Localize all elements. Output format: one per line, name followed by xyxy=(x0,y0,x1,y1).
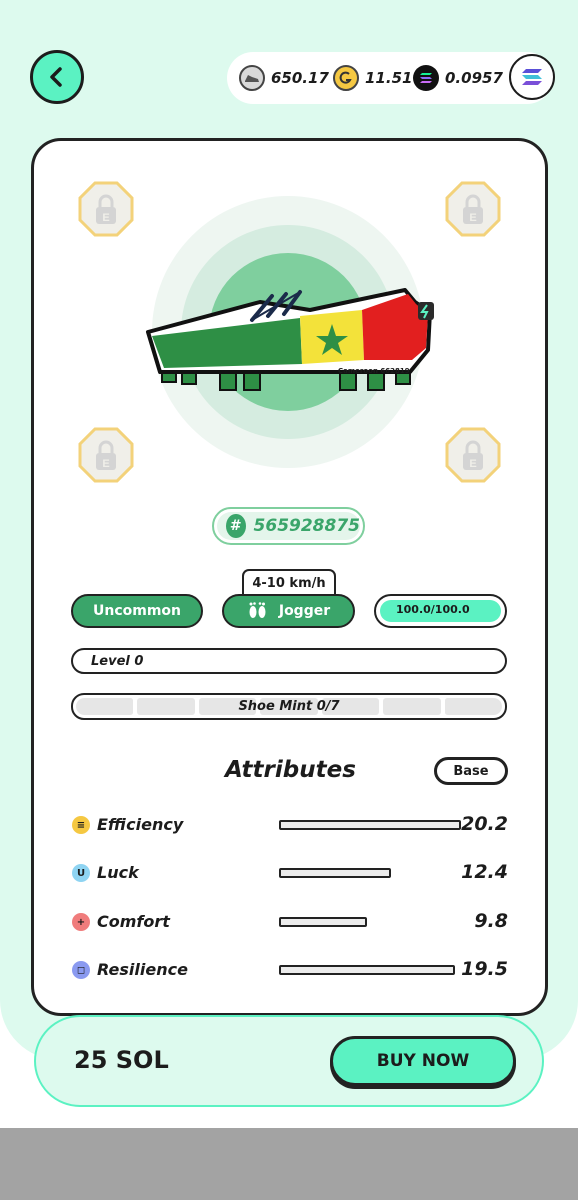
footprints-icon xyxy=(249,602,266,618)
level-bar[interactable]: Level 0 xyxy=(71,648,507,674)
attribute-bar xyxy=(279,868,391,878)
attribute-name: Resilience xyxy=(97,960,188,979)
attribute-row-comfort: + Comfort 9.8 xyxy=(72,910,508,934)
balance-sol[interactable]: 0.0957 xyxy=(413,64,503,92)
sol-balance: 0.0957 xyxy=(445,69,503,87)
speed-range-tag: 4-10 km/h xyxy=(242,569,336,595)
gem-slot-locked-icon[interactable]: E xyxy=(444,426,502,484)
attribute-bar xyxy=(279,917,367,927)
attribute-value: 20.2 xyxy=(461,813,508,835)
price-label: 25 SOL xyxy=(74,1046,169,1074)
gst-token-icon xyxy=(333,65,359,91)
svg-text:E: E xyxy=(102,212,109,224)
svg-text:E: E xyxy=(102,458,109,470)
solana-icon xyxy=(522,69,542,85)
resilience-icon: ◻ xyxy=(72,961,90,979)
sneaker-image xyxy=(146,288,434,391)
attribute-bar xyxy=(279,820,461,830)
gem-slot-locked-icon[interactable]: E xyxy=(77,180,135,238)
durability-text: 100.0/100.0 xyxy=(396,603,470,616)
gem-slot-locked-icon[interactable]: E xyxy=(444,180,502,238)
balance-gst-token[interactable]: 11.51 xyxy=(333,64,412,92)
shoe-token-balance: 650.17 xyxy=(271,69,329,87)
purchase-bar: 25 SOL BUY NOW xyxy=(34,1015,544,1107)
durability-bar: 100.0/100.0 xyxy=(374,594,507,628)
type-label: Jogger xyxy=(278,603,331,619)
sneaker-id-pill[interactable]: # 565928875 xyxy=(212,507,365,545)
shoe-token-icon xyxy=(239,65,265,91)
solana-icon xyxy=(413,65,439,91)
efficiency-icon: ≡ xyxy=(72,816,90,834)
attribute-row-efficiency: ≡ Efficiency 20.2 xyxy=(72,813,508,837)
chain-switch-button[interactable] xyxy=(509,54,555,100)
back-arrow-icon xyxy=(50,67,62,87)
base-toggle-button[interactable]: Base xyxy=(434,757,508,785)
wallet-balances: 650.17 11.51 0.0957 xyxy=(227,52,555,104)
gst-token-balance: 11.51 xyxy=(365,69,413,87)
sneaker-id: 565928875 xyxy=(253,516,360,536)
luck-icon: U xyxy=(72,864,90,882)
attribute-name: Efficiency xyxy=(97,815,184,834)
gem-slot-locked-icon[interactable]: E xyxy=(77,426,135,484)
sneaker-print-label: Cameroon 662819 xyxy=(338,367,410,375)
attribute-row-luck: U Luck 12.4 xyxy=(72,861,508,885)
hash-icon: # xyxy=(226,514,246,538)
svg-text:E: E xyxy=(469,458,476,470)
attribute-value: 19.5 xyxy=(461,958,508,980)
attributes-title: Attributes xyxy=(225,757,356,783)
svg-text:E: E xyxy=(469,212,476,224)
system-nav-area xyxy=(0,1128,578,1200)
balance-shoe-token[interactable]: 650.17 xyxy=(239,64,329,92)
attribute-value: 12.4 xyxy=(461,861,508,883)
back-button[interactable] xyxy=(30,50,84,104)
attribute-value: 9.8 xyxy=(474,910,508,932)
attribute-name: Luck xyxy=(97,863,139,882)
buy-now-button[interactable]: BUY NOW xyxy=(330,1036,516,1086)
attribute-row-resilience: ◻ Resilience 19.5 xyxy=(72,958,508,982)
shoe-mint-text: Shoe Mint 0/7 xyxy=(238,699,340,714)
type-badge: Jogger xyxy=(222,594,355,628)
level-text: Level 0 xyxy=(91,654,144,669)
rarity-badge: Uncommon xyxy=(71,594,203,628)
comfort-icon: + xyxy=(72,913,90,931)
attribute-name: Comfort xyxy=(97,912,170,931)
shoe-mint-bar: Shoe Mint 0/7 xyxy=(71,693,507,720)
attribute-bar xyxy=(279,965,455,975)
